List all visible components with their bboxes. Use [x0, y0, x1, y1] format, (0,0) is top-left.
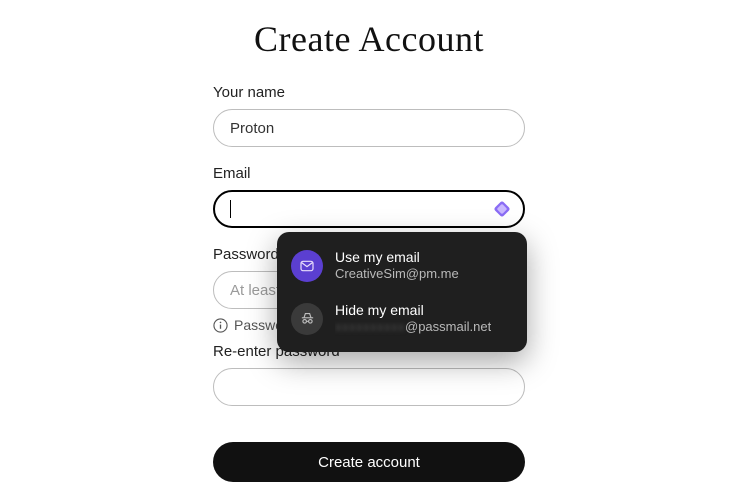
create-account-button[interactable]: Create account	[213, 442, 525, 482]
use-my-email-title: Use my email	[335, 248, 459, 266]
email-input[interactable]	[213, 190, 525, 228]
email-label: Email	[213, 165, 525, 182]
text-caret	[230, 200, 231, 218]
use-my-email-option[interactable]: Use my email CreativeSim@pm.me	[287, 242, 517, 289]
hide-my-email-address: xxxxxxxxxx@passmail.net	[335, 319, 491, 336]
incognito-icon	[291, 303, 323, 335]
info-icon	[213, 318, 228, 333]
alias-domain: @passmail.net	[405, 319, 491, 334]
hide-my-email-title: Hide my email	[335, 301, 491, 319]
use-my-email-address: CreativeSim@pm.me	[335, 266, 459, 283]
email-autofill-popup: Use my email CreativeSim@pm.me Hide my e…	[277, 232, 527, 352]
proton-pass-icon[interactable]	[493, 200, 511, 218]
name-label: Your name	[213, 84, 525, 101]
reenter-password-input[interactable]	[213, 368, 525, 406]
page-title: Create Account	[213, 18, 525, 60]
hide-my-email-option[interactable]: Hide my email xxxxxxxxxx@passmail.net	[287, 295, 517, 342]
name-input[interactable]	[213, 109, 525, 147]
masked-alias: xxxxxxxxxx	[335, 319, 405, 334]
mail-icon	[291, 250, 323, 282]
